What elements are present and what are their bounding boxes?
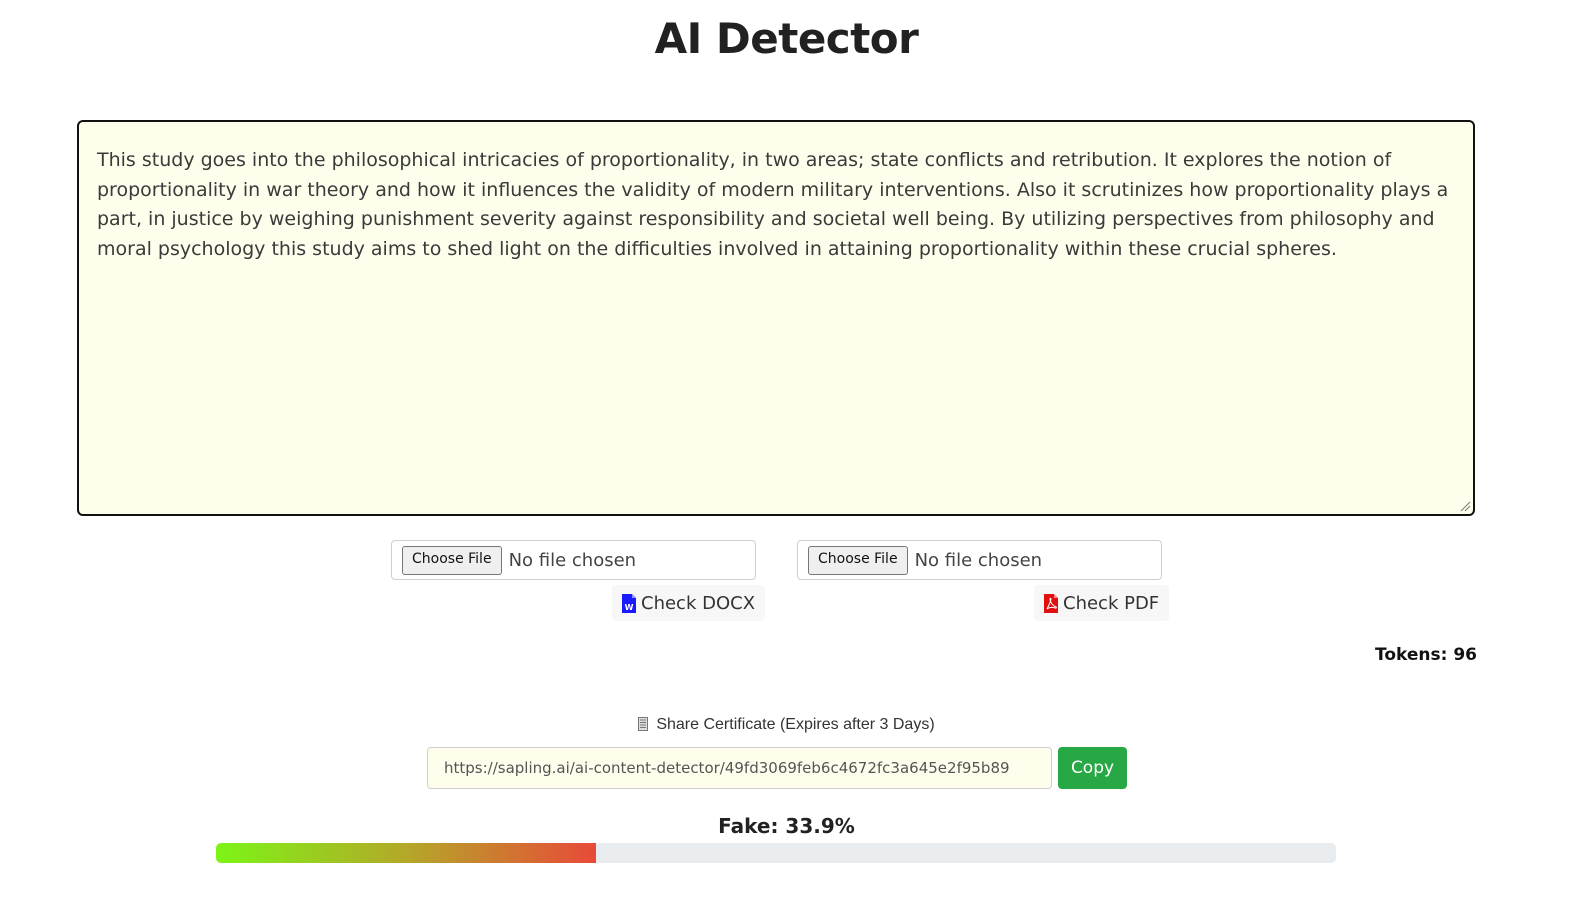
copy-button[interactable]: Copy <box>1058 747 1127 789</box>
fake-score-progress-fill <box>216 843 596 863</box>
check-pdf-label: Check PDF <box>1063 592 1160 614</box>
check-pdf-button[interactable]: Check PDF <box>1034 585 1170 621</box>
check-docx-label: Check DOCX <box>641 592 756 614</box>
word-icon: W <box>622 593 636 613</box>
svg-text:W: W <box>625 603 634 612</box>
fake-score-label: Fake: 33.9% <box>718 814 855 838</box>
share-certificate-label-row: Share Certificate (Expires after 3 Days) <box>0 716 1573 734</box>
resize-grip-icon[interactable] <box>1459 500 1471 512</box>
ai-detector-page: AI Detector This study goes into the phi… <box>0 0 1573 902</box>
check-docx-button[interactable]: W Check DOCX <box>612 585 766 621</box>
share-url-field[interactable] <box>427 747 1052 789</box>
token-count: Tokens: 96 <box>1375 645 1477 665</box>
pdf-choose-file-button[interactable]: Choose File <box>808 545 908 575</box>
text-input[interactable]: This study goes into the philosophical i… <box>79 122 1473 514</box>
share-certificate-label: Share Certificate (Expires after 3 Days) <box>656 716 935 733</box>
pdf-file-input[interactable]: Choose File No file chosen <box>797 540 1162 580</box>
docx-file-input[interactable]: Choose File No file chosen <box>391 540 756 580</box>
pdf-icon <box>1044 593 1058 613</box>
page-title: AI Detector <box>654 14 919 63</box>
fake-score-progress-bar <box>216 843 1336 863</box>
docx-choose-file-button[interactable]: Choose File <box>402 545 502 575</box>
text-input-area[interactable]: This study goes into the philosophical i… <box>77 120 1475 516</box>
pdf-file-status: No file chosen <box>914 549 1043 571</box>
document-icon <box>638 717 649 731</box>
docx-file-status: No file chosen <box>508 549 637 571</box>
